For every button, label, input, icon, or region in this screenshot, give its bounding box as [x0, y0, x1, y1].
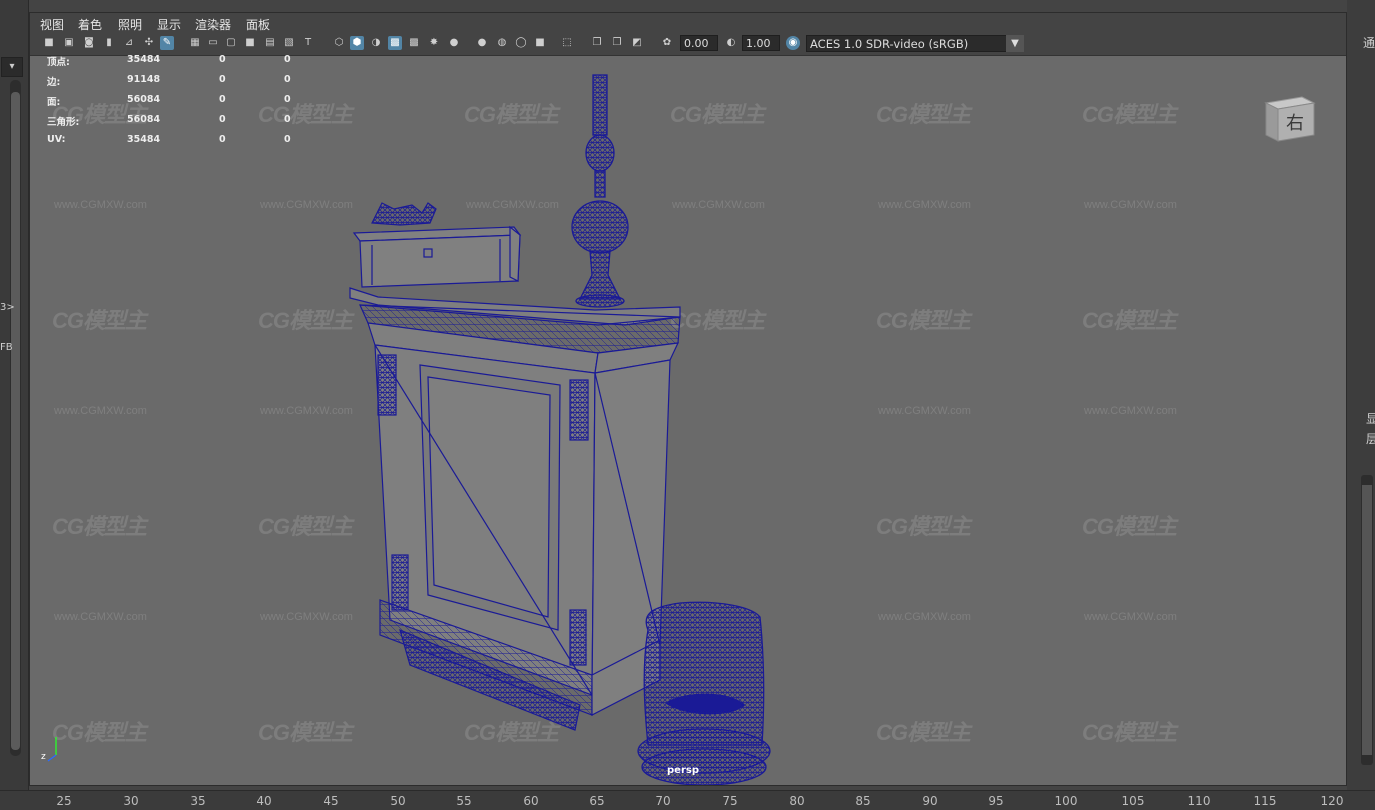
- timeline-tick: 35: [190, 794, 206, 808]
- smooth-shading-icon[interactable]: ⬢: [350, 36, 364, 50]
- safe-action-icon[interactable]: ▧: [282, 36, 296, 50]
- scene-canvas[interactable]: z: [30, 55, 1346, 785]
- chevron-down-icon[interactable]: ▼: [1006, 35, 1024, 52]
- wooden-box-mesh[interactable]: [352, 202, 522, 288]
- timeline-tick: 100: [1054, 794, 1078, 808]
- timeline-tick: 60: [523, 794, 539, 808]
- viewport-panel[interactable]: 视图 着色 照明 显示 渲染器 面板 ■ ▣ ◙ ▮ ⊿ ✣ ✎ ▦ ▭ ▢ ■…: [29, 12, 1347, 786]
- textured-icon[interactable]: ▩: [407, 36, 421, 50]
- gamma-input[interactable]: 1.00: [742, 35, 780, 51]
- menu-show[interactable]: 显示: [157, 16, 181, 33]
- axis-label: z: [41, 752, 46, 762]
- exposure-input[interactable]: 0.00: [680, 35, 718, 51]
- stool-mesh[interactable]: [637, 601, 771, 785]
- image-plane-icon[interactable]: ⊿: [122, 36, 136, 50]
- film-gate-icon[interactable]: ▭: [206, 36, 220, 50]
- timeline-tick: 115: [1253, 794, 1277, 808]
- pan-zoom-icon[interactable]: ✣: [142, 36, 156, 50]
- left-scrollbar-thumb[interactable]: [11, 92, 20, 750]
- color-space-dropdown[interactable]: ACES 1.0 SDR-video (sRGB): [806, 35, 1024, 52]
- timeline-tick: 75: [722, 794, 738, 808]
- screen-space-ao-icon[interactable]: ●: [475, 36, 489, 50]
- camera-icon[interactable]: ■: [42, 36, 56, 50]
- grid-icon[interactable]: ▦: [188, 36, 202, 50]
- menu-shading[interactable]: 着色: [78, 16, 102, 33]
- menu-renderer[interactable]: 渲染器: [195, 16, 231, 33]
- timeline-tick: 45: [323, 794, 339, 808]
- timeline-tick: 90: [922, 794, 938, 808]
- menu-panels[interactable]: 面板: [246, 16, 270, 33]
- wireframe-shading-icon[interactable]: ⬡: [332, 36, 346, 50]
- timeline-tick: 40: [256, 794, 272, 808]
- timeline-tick: 95: [988, 794, 1004, 808]
- resolution-gate-icon[interactable]: ▢: [224, 36, 238, 50]
- gate-mask-icon[interactable]: ■: [243, 36, 257, 50]
- field-chart-icon[interactable]: ▤: [263, 36, 277, 50]
- timeline-tick: 25: [56, 794, 72, 808]
- right-scrollbar-thumb[interactable]: [1362, 485, 1372, 755]
- axis-indicator: z: [41, 737, 57, 762]
- timeline-tick: 80: [789, 794, 805, 808]
- timeline-tick: 50: [390, 794, 406, 808]
- timeline-tick: 85: [855, 794, 871, 808]
- viewport-menubar: 视图 着色 照明 显示 渲染器 面板: [30, 13, 1346, 33]
- shadows-icon[interactable]: ●: [447, 36, 461, 50]
- default-material-icon[interactable]: ◑: [369, 36, 383, 50]
- cabinet-mesh[interactable]: [349, 287, 681, 731]
- timeline-tick: 70: [655, 794, 671, 808]
- left-side-fragment: FB: [0, 342, 13, 353]
- gamma-icon[interactable]: ◐: [724, 36, 738, 50]
- xray-components-icon[interactable]: ◩: [630, 36, 644, 50]
- timeline-tick: 110: [1187, 794, 1211, 808]
- timeline-tick: 105: [1121, 794, 1145, 808]
- candlestick-mesh[interactable]: [571, 74, 629, 308]
- camera-attributes-icon[interactable]: ▣: [62, 36, 76, 50]
- exposure-icon[interactable]: ✿: [660, 36, 674, 50]
- timeline-tick: 55: [456, 794, 472, 808]
- timeline-tick: 120: [1320, 794, 1344, 808]
- camera-name-label: persp: [667, 765, 699, 776]
- right-side-fragment: 通: [1363, 36, 1375, 50]
- left-side-fragment: 3>: [0, 302, 15, 313]
- safe-title-icon[interactable]: T: [301, 36, 315, 50]
- menu-lighting[interactable]: 照明: [118, 16, 142, 33]
- viewport-toolbar: ■ ▣ ◙ ▮ ⊿ ✣ ✎ ▦ ▭ ▢ ■ ▤ ▧ T ⬡ ⬢ ◑ ▩ ▩ ✸ …: [30, 33, 1346, 56]
- wireframe-on-shaded-icon[interactable]: ▩: [388, 36, 402, 50]
- left-panel-dropdown[interactable]: ▾: [1, 57, 23, 77]
- time-slider[interactable]: 25 30 35 40 45 50 55 60 65 70 75 80 85 9…: [0, 790, 1375, 810]
- depth-of-field-icon[interactable]: ■: [533, 36, 547, 50]
- color-management-icon[interactable]: ◉: [786, 36, 800, 50]
- right-side-fragment[interactable]: 层: [1366, 430, 1375, 447]
- xray-icon[interactable]: ❐: [590, 36, 604, 50]
- anti-aliasing-icon[interactable]: ◯: [514, 36, 528, 50]
- timeline-tick: 30: [123, 794, 139, 808]
- isolate-select-icon[interactable]: ⬚: [560, 36, 574, 50]
- grease-pencil-icon[interactable]: ✎: [160, 36, 174, 50]
- xray-joints-icon[interactable]: ❐: [610, 36, 624, 50]
- light-icon[interactable]: ✸: [427, 36, 441, 50]
- right-side-fragment[interactable]: 显: [1366, 410, 1375, 427]
- bookmark-camera-icon[interactable]: ◙: [82, 36, 96, 50]
- menu-view[interactable]: 视图: [40, 16, 64, 33]
- view-cube-label: 右: [1286, 113, 1304, 134]
- view-cube[interactable]: 右: [1258, 89, 1316, 143]
- timeline-tick: 65: [589, 794, 605, 808]
- motion-blur-icon[interactable]: ◍: [495, 36, 509, 50]
- bookmark-icon[interactable]: ▮: [102, 36, 116, 50]
